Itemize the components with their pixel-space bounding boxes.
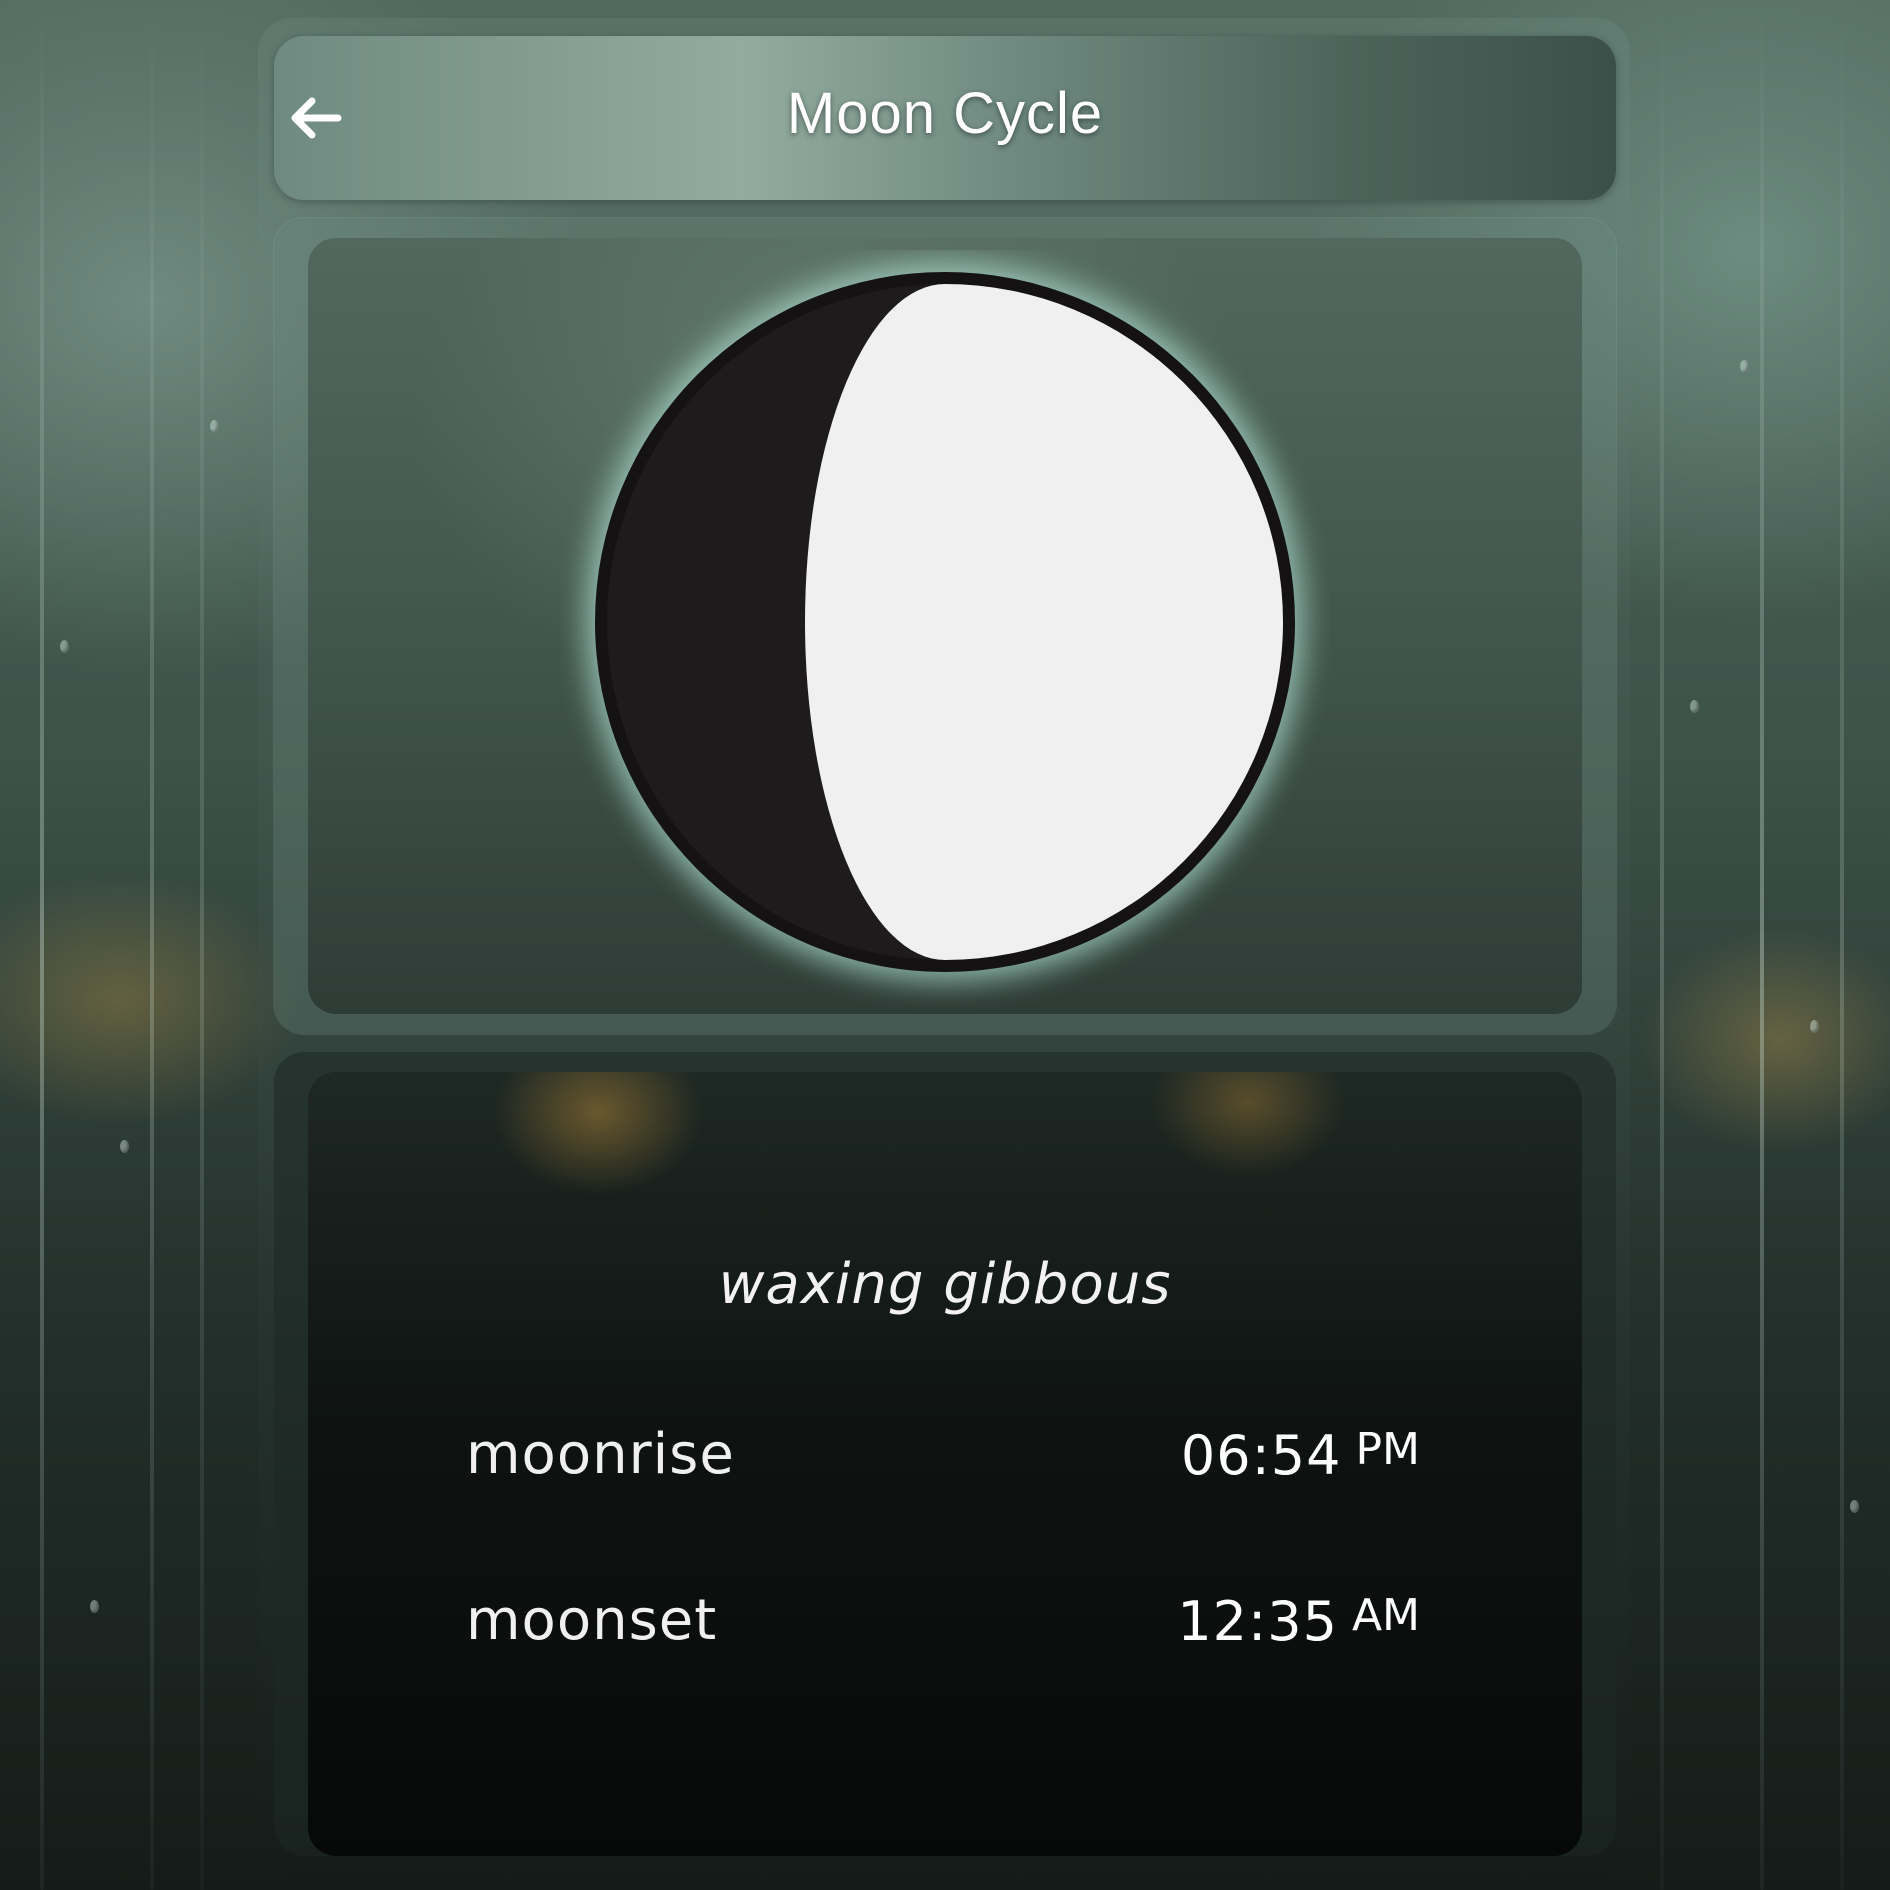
moonset-period: AM bbox=[1351, 1590, 1420, 1641]
rain-drop bbox=[210, 420, 219, 433]
moonrise-time-value: 06:54 bbox=[1180, 1424, 1342, 1487]
moonrise-period: PM bbox=[1355, 1424, 1421, 1475]
page-title: Moon Cycle bbox=[786, 81, 1104, 146]
rain-drop bbox=[1690, 700, 1699, 713]
rain-streak bbox=[1760, 0, 1764, 1890]
moonrise-time: 06:54 PM bbox=[1181, 1424, 1420, 1487]
moonset-label: moonset bbox=[466, 1588, 718, 1653]
rain-streak bbox=[1660, 0, 1664, 1890]
moonrise-label: moonrise bbox=[466, 1422, 735, 1487]
rain-drop bbox=[120, 1140, 129, 1153]
rain-drop bbox=[1850, 1500, 1859, 1513]
moonset-time: 12:35 AM bbox=[1177, 1590, 1420, 1653]
rain-streak bbox=[150, 0, 154, 1890]
rain-drop bbox=[60, 640, 69, 653]
rain-drop bbox=[90, 1600, 99, 1613]
rain-streak bbox=[1840, 0, 1844, 1890]
moon-phase-graphic bbox=[585, 262, 1305, 982]
rain-streak bbox=[200, 0, 204, 1890]
rain-drop bbox=[1740, 360, 1749, 373]
rain-drop bbox=[1810, 1020, 1819, 1033]
moon-phase-name: waxing gibbous bbox=[718, 1252, 1172, 1317]
moonset-time-value: 12:35 bbox=[1177, 1590, 1338, 1653]
rain-streak bbox=[40, 0, 44, 1890]
